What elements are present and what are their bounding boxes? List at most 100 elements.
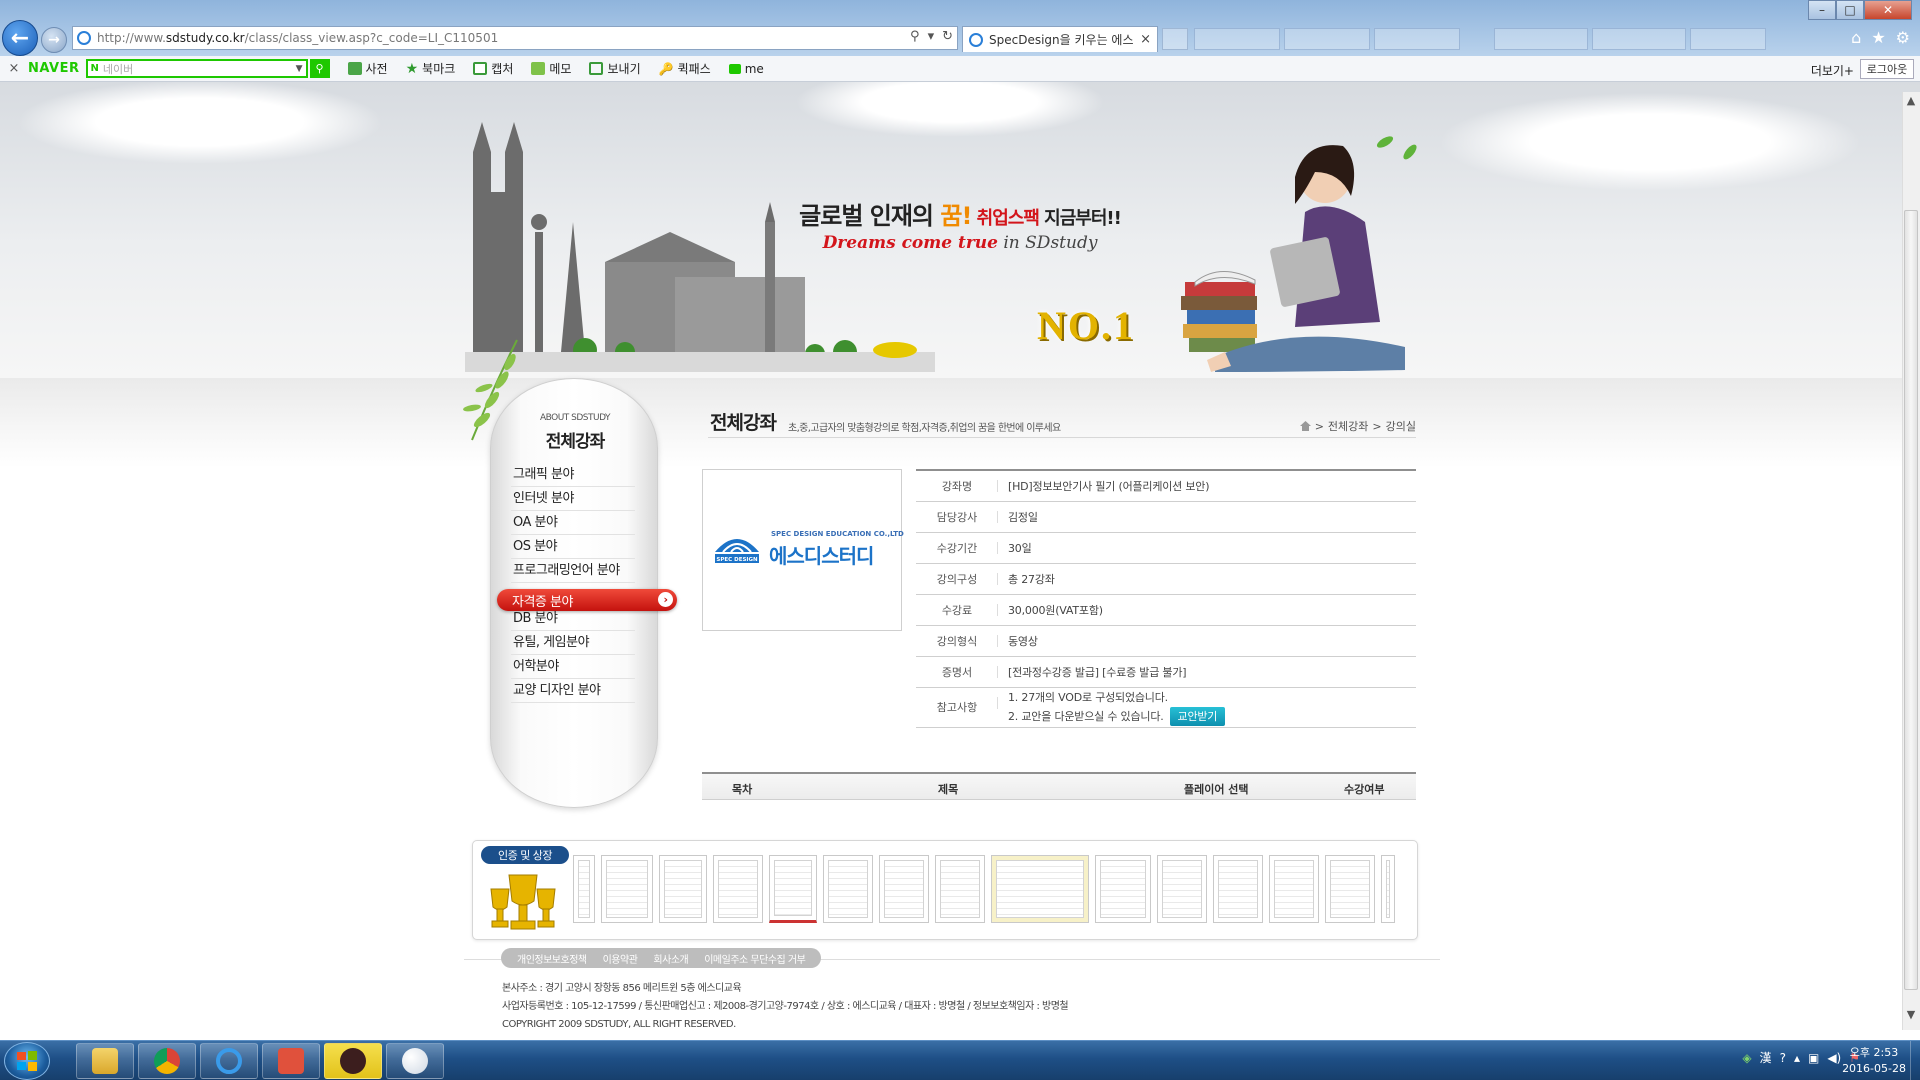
naver-search-input[interactable]: N 네이버 ▼ — [85, 59, 308, 78]
url-prefix: http://www. — [97, 31, 166, 45]
certificate-thumbnail[interactable] — [713, 855, 763, 923]
toolbar-bookmark[interactable]: ★ 북마크 — [406, 60, 456, 77]
toolbar-more-button[interactable]: 더보기+ — [1811, 62, 1854, 79]
minimize-button[interactable]: – — [1808, 0, 1836, 20]
background-tab[interactable] — [1690, 28, 1766, 50]
sidenav-item-oa[interactable]: OA 분야 — [511, 511, 635, 535]
naver-logo[interactable]: NAVER — [28, 61, 80, 76]
taskbar-internet-explorer[interactable] — [200, 1043, 258, 1079]
taskbar-chrome[interactable] — [138, 1043, 196, 1079]
tab-close-icon[interactable]: × — [1140, 32, 1151, 47]
forward-button[interactable]: → — [41, 27, 67, 53]
back-button[interactable]: ← — [2, 20, 38, 56]
browser-titlebar: ← → http://www.sdstudy.co.kr/class/class… — [0, 0, 1920, 56]
certificate-thumbnail[interactable] — [659, 855, 707, 923]
toolbar-memo[interactable]: 메모 — [531, 60, 571, 77]
taskbar-app-red[interactable] — [262, 1043, 320, 1079]
sidenav-item-graphic[interactable]: 그래픽 분야 — [511, 463, 635, 487]
taskbar-kakaotalk[interactable] — [324, 1043, 382, 1079]
certificate-thumbnail[interactable] — [1213, 855, 1263, 923]
certificate-thumbnail[interactable] — [601, 855, 653, 923]
info-label: 참고사항 — [916, 687, 998, 728]
browser-tab-active[interactable]: SpecDesign을 키우는 에스... × — [962, 26, 1158, 52]
certificate-thumbnail[interactable] — [879, 855, 929, 923]
naver-search-button[interactable]: ⚲ — [309, 59, 330, 78]
naver-n-icon: N — [90, 63, 99, 74]
scroll-down-arrow-icon[interactable]: ▼ — [1902, 1008, 1920, 1026]
key-icon: 🔑 — [658, 61, 674, 76]
media-player-icon — [278, 1048, 304, 1074]
sidenav-item-certification[interactable]: 자격증 분야 › — [497, 589, 677, 611]
new-tab-button[interactable] — [1162, 28, 1188, 50]
favorites-star-icon[interactable]: ★ — [1871, 28, 1885, 47]
scroll-up-arrow-icon[interactable]: ▲ — [1902, 94, 1920, 112]
toolbar-dictionary[interactable]: 사전 — [347, 60, 388, 77]
dropdown-icon[interactable]: ▾ — [928, 29, 935, 44]
taskbar-explorer[interactable] — [76, 1043, 134, 1079]
gear-icon[interactable]: ⚙ — [1896, 28, 1910, 47]
start-button[interactable] — [4, 1042, 50, 1080]
taskbar-clock[interactable]: 오후 2:53 2016-05-28 — [1842, 1045, 1906, 1077]
info-label: 증명서 — [916, 656, 998, 688]
close-button[interactable]: ✕ — [1864, 0, 1912, 20]
toolbar-send[interactable]: 보내기 — [589, 60, 641, 77]
home-icon[interactable]: ⌂ — [1851, 28, 1861, 47]
certificate-thumbnail[interactable] — [1095, 855, 1151, 923]
sidenav-item-os[interactable]: OS 분야 — [511, 535, 635, 559]
sidenav-item-internet[interactable]: 인터넷 분야 — [511, 487, 635, 511]
tray-expand-icon[interactable]: ▴ — [1794, 1051, 1800, 1065]
sidenav-item-programming[interactable]: 프로그래밍언어 분야 — [511, 559, 635, 583]
show-desktop-button[interactable] — [1910, 1041, 1920, 1080]
certificate-thumbnail[interactable] — [1269, 855, 1319, 923]
certificate-thumbnail[interactable] — [1157, 855, 1207, 923]
lesson-header-index: 목차 — [732, 783, 753, 796]
info-label: 강의구성 — [916, 563, 998, 595]
footer-link-about[interactable]: 회사소개 — [653, 951, 688, 966]
tray-shield-icon[interactable]: ◈ — [1742, 1051, 1751, 1065]
volume-icon[interactable]: ◀) — [1827, 1051, 1841, 1065]
taskbar-paint[interactable] — [386, 1043, 444, 1079]
footer-link-privacy[interactable]: 개인정보보호정책 — [517, 951, 587, 966]
toolbar-quickpass[interactable]: 🔑 퀵패스 — [659, 60, 711, 77]
network-icon[interactable]: ▣ — [1808, 1051, 1819, 1065]
logout-button[interactable]: 로그아웃 — [1860, 59, 1914, 79]
certificate-thumbnail[interactable] — [1325, 855, 1375, 923]
maximize-button[interactable]: □ — [1836, 0, 1864, 20]
toolbar-capture[interactable]: 캡처 — [473, 60, 513, 77]
naver-toolbar: × NAVER N 네이버 ▼ ⚲ 사전 ★ 북마크 캡처 메모 보내기 🔑 퀵패스… — [0, 56, 1920, 82]
no1-badge: NO.1 — [1037, 303, 1135, 348]
scrollbar-thumb[interactable] — [1904, 210, 1918, 990]
trophy-icon — [490, 874, 556, 930]
certificate-thumbnail[interactable] — [991, 855, 1089, 923]
sidenav-item-language[interactable]: 어학분야 — [511, 655, 635, 679]
chevron-down-icon[interactable]: ▼ — [296, 64, 303, 74]
certificate-thumbnail[interactable] — [769, 855, 817, 923]
address-bar[interactable]: http://www.sdstudy.co.kr/class/class_vie… — [72, 26, 958, 50]
download-materials-button[interactable]: 교안받기 — [1169, 706, 1226, 726]
logo-english-name: SPEC DESIGN EDUCATION CO.,LTD — [771, 530, 904, 538]
breadcrumb-item[interactable]: 전체강좌 — [1328, 418, 1368, 434]
background-tab[interactable] — [1284, 28, 1370, 50]
certificate-thumbnail[interactable] — [935, 855, 985, 923]
toolbar-close-icon[interactable]: × — [0, 61, 28, 76]
background-tab[interactable] — [1592, 28, 1686, 50]
background-tab[interactable] — [1494, 28, 1588, 50]
home-icon[interactable] — [1299, 421, 1311, 431]
search-icon[interactable]: ⚲ — [910, 29, 920, 44]
certificate-thumbnail[interactable] — [1381, 855, 1395, 923]
certificate-thumbnail[interactable] — [823, 855, 873, 923]
background-tab[interactable] — [1194, 28, 1280, 50]
help-icon[interactable]: ? — [1780, 1051, 1786, 1065]
logo-mark-text: SPEC DESIGN — [716, 557, 758, 563]
footer-address: 본사주소 : 경기 고양시 장항동 856 메리트윈 5층 에스디교육 — [502, 983, 742, 994]
background-tab[interactable] — [1374, 28, 1460, 50]
footer-link-terms[interactable]: 이용약관 — [603, 951, 638, 966]
certificate-thumbnail[interactable] — [573, 855, 595, 923]
tray-language[interactable]: 漢 — [1760, 1049, 1772, 1066]
sidenav-item-utility-game[interactable]: 유틸, 게임분야 — [511, 631, 635, 655]
sidenav-item-design[interactable]: 교양 디자인 분야 — [511, 679, 635, 703]
breadcrumb-separator: > — [1372, 419, 1382, 433]
footer-link-email-policy[interactable]: 이메일주소 무단수집 거부 — [704, 951, 806, 966]
toolbar-me[interactable]: me — [728, 62, 764, 76]
refresh-icon[interactable]: ↻ — [942, 29, 953, 44]
